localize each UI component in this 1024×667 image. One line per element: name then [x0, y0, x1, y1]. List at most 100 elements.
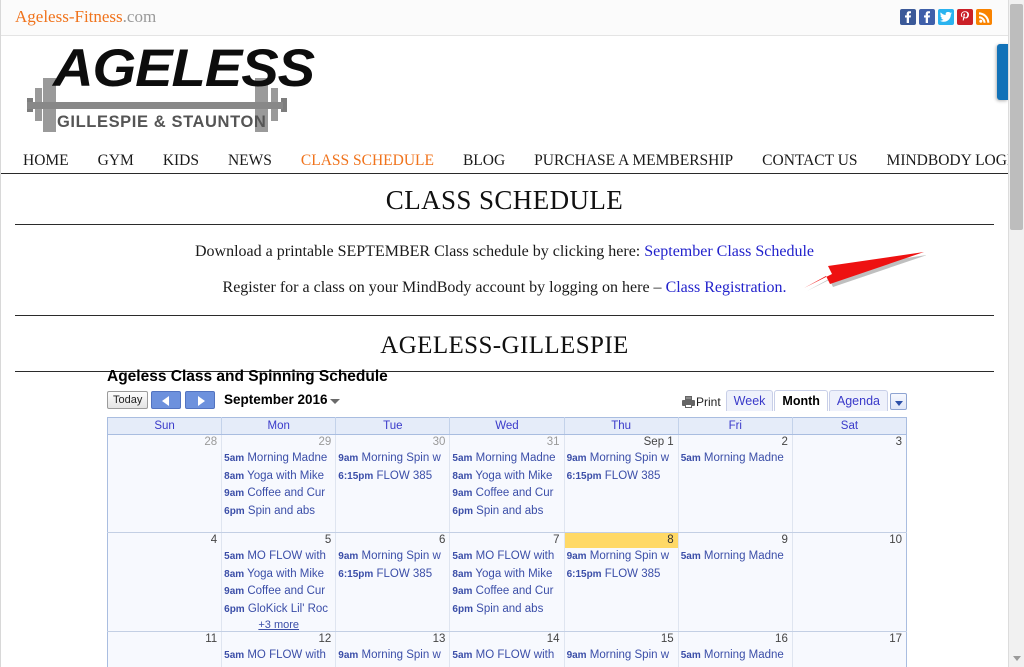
tab-week[interactable]: Week [725, 390, 774, 411]
calendar-day-cell[interactable]: 14 5am MO FLOW with [449, 631, 565, 667]
pinterest-icon[interactable] [957, 9, 973, 25]
event-title: Morning Spin w [586, 649, 670, 661]
calendar-event[interactable]: 9am Morning Spin w [565, 450, 678, 468]
event-time: 6pm [224, 603, 245, 615]
calendar-event[interactable]: 9am Morning Spin w [565, 548, 677, 566]
calendar-day-cell[interactable]: 7 5am MO FLOW with 8am Yoga with Mike 9am C… [449, 532, 565, 632]
chevron-down-icon[interactable] [330, 399, 340, 404]
today-button[interactable]: Today [107, 391, 149, 409]
event-time: 5am [680, 650, 701, 661]
view-options-dropdown[interactable] [890, 393, 907, 410]
calendar-day-cell[interactable]: Sep 1 9am Morning Spin w 6:15pm FLOW 385 [564, 434, 679, 533]
calendar-day-cell[interactable]: 31 5am Morning Madne 8am Yoga with Mike 9am… [449, 434, 565, 533]
calendar-event[interactable]: 6pm Spin and abs [450, 503, 563, 521]
calendar-event[interactable]: 9am Coffee and Cur [450, 485, 563, 503]
event-title: Spin and abs [244, 504, 316, 517]
calendar-event[interactable]: 8am Yoga with Mike [222, 566, 335, 584]
calendar-event[interactable]: 9am Morning Spin w [336, 548, 449, 566]
social-links [900, 9, 992, 25]
calendar-event[interactable]: 5am MO FLOW with [222, 647, 335, 665]
next-month-button[interactable] [185, 391, 215, 409]
vertical-scrollbar[interactable] [1008, 0, 1024, 667]
calendar-day-cell[interactable]: 2 5am Morning Madne [678, 434, 793, 533]
event-title: Yoga with Mike [244, 469, 325, 482]
calendar-day-cell[interactable]: 4 [107, 532, 223, 632]
calendar-event[interactable]: 5am Morning Madne [450, 450, 563, 468]
calendar-event[interactable]: 6:15pm FLOW 385 [336, 566, 449, 584]
calendar-day-cell[interactable]: 5 5am MO FLOW with 8am Yoga with Mike 9am C… [221, 532, 337, 632]
scroll-down-arrow-icon[interactable] [1013, 656, 1021, 661]
site-name[interactable]: Ageless-Fitness.com [15, 7, 156, 27]
calendar-day-cell[interactable]: 29 5am Morning Madne 8am Yoga with Mike 9am… [221, 434, 337, 533]
twitter-icon[interactable] [938, 9, 954, 25]
calendar-event[interactable]: 8am Yoga with Mike [450, 566, 563, 584]
calendar-event[interactable]: 5am Morning Madne [679, 647, 792, 665]
calendar-event[interactable]: 5am MO FLOW with [450, 548, 563, 566]
calendar-event[interactable]: 5am Morning Madne [679, 450, 792, 468]
nav-item-contact-us[interactable]: CONTACT US [762, 152, 857, 170]
calendar-day-cell[interactable]: 11 [107, 631, 223, 667]
calendar-day-cell[interactable]: 28 [107, 434, 223, 533]
calendar-event[interactable]: 9am Coffee and Cur [450, 583, 563, 601]
calendar-event[interactable]: 6pm GloKick Lil' Roc [222, 601, 335, 619]
prev-month-button[interactable] [151, 391, 181, 409]
calendar-toolbar: Today September 2016 Print Week Month Ag… [107, 389, 907, 413]
event-time: 9am [566, 453, 587, 464]
nav-item-mindbody-login[interactable]: MINDBODY LOGIN [887, 152, 1008, 170]
site-logo[interactable]: AGELESS GILLESPIE & STAUNTON [15, 39, 315, 144]
calendar-event[interactable]: 9am Morning Spin w [336, 450, 449, 468]
facebook-icon-2[interactable] [919, 9, 935, 25]
calendar-event[interactable]: 5am MO FLOW with [222, 548, 335, 566]
september-class-schedule-link[interactable]: September Class Schedule [644, 243, 814, 260]
day-header-mon: Mon [221, 417, 337, 435]
calendar-event[interactable]: 9am Morning Spin w [565, 647, 678, 665]
class-registration-link[interactable]: Class Registration. [666, 279, 787, 296]
intro-line-2-text: Register for a class on your MindBody ac… [222, 279, 666, 296]
nav-item-gym[interactable]: GYM [98, 152, 134, 170]
calendar-event[interactable]: 6pm Spin and abs [222, 503, 335, 521]
calendar-event[interactable]: 5am Morning Madne [222, 450, 335, 468]
calendar-event[interactable]: 8am Yoga with Mike [450, 468, 563, 486]
calendar-day-cell[interactable]: 3 [792, 434, 907, 533]
nav-item-kids[interactable]: KIDS [163, 152, 199, 170]
calendar-day-cell[interactable]: 13 9am Morning Spin w [335, 631, 451, 667]
calendar-day-cell[interactable]: 30 9am Morning Spin w 6:15pm FLOW 385 [335, 434, 451, 533]
event-title: Morning Madne [244, 452, 328, 464]
calendar-day-cell[interactable]: 12 5am MO FLOW with [221, 631, 337, 667]
more-events-link[interactable]: +3 more [222, 618, 335, 631]
calendar-day-cell[interactable]: 10 [792, 532, 907, 632]
event-time: 8am [224, 568, 245, 580]
calendar-event[interactable]: 6pm Spin and abs [450, 601, 563, 619]
calendar-day-cell[interactable]: 15 9am Morning Spin w [564, 631, 679, 667]
nav-item-class-schedule[interactable]: CLASS SCHEDULE [301, 152, 434, 170]
calendar-day-cell[interactable]: 17 [792, 631, 907, 667]
calendar-view-tabs: Print Week Month Agenda [681, 389, 907, 411]
calendar-day-cell[interactable]: 9 5am Morning Madne [678, 532, 793, 632]
event-time: 5am [680, 551, 701, 562]
rss-icon[interactable] [976, 9, 992, 25]
calendar-event[interactable]: 6:15pm FLOW 385 [565, 566, 677, 584]
side-tab-widget[interactable] [997, 44, 1008, 100]
facebook-icon-1[interactable] [900, 9, 916, 25]
calendar-event[interactable]: 6:15pm FLOW 385 [565, 468, 678, 486]
calendar-event[interactable]: 8am Yoga with Mike [222, 468, 335, 486]
calendar-day-cell-today[interactable]: 8 9am Morning Spin w 6:15pm FLOW 385 [563, 532, 679, 632]
calendar-event[interactable]: 9am Morning Spin w [336, 647, 449, 665]
calendar-event[interactable]: 5am MO FLOW with [450, 647, 563, 665]
calendar-day-cell[interactable]: 6 9am Morning Spin w 6:15pm FLOW 385 [335, 532, 451, 632]
calendar-event[interactable]: 9am Coffee and Cur [222, 485, 335, 503]
print-button[interactable]: Print [681, 395, 721, 411]
tab-agenda[interactable]: Agenda [828, 390, 888, 411]
calendar-day-cell[interactable]: 16 5am Morning Madne [678, 631, 793, 667]
nav-item-blog[interactable]: BLOG [463, 152, 505, 170]
tab-month[interactable]: Month [774, 390, 828, 411]
scrollbar-thumb[interactable] [1010, 4, 1023, 230]
nav-item-news[interactable]: NEWS [228, 152, 272, 170]
page-viewport: Ageless-Fitness.com AGELESS GILLESPIE & … [0, 0, 1008, 667]
nav-item-purchase-membership[interactable]: PURCHASE A MEMBERSHIP [534, 152, 733, 170]
nav-item-home[interactable]: HOME [23, 152, 69, 170]
calendar-event[interactable]: 6:15pm FLOW 385 [336, 468, 449, 486]
day-number: 10 [889, 534, 902, 546]
calendar-event[interactable]: 9am Coffee and Cur [222, 583, 335, 601]
calendar-event[interactable]: 5am Morning Madne [679, 548, 792, 566]
